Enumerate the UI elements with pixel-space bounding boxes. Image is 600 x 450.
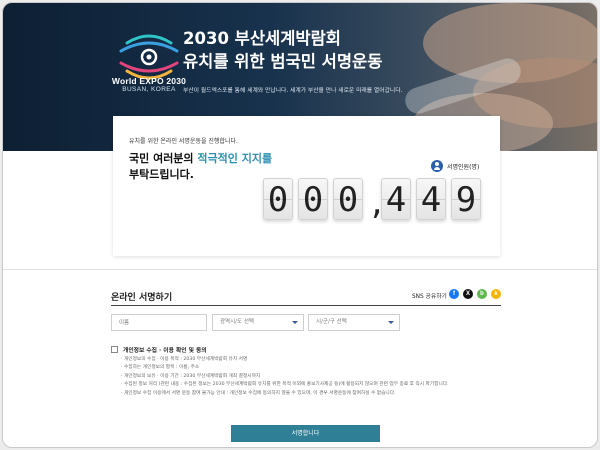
facebook-icon[interactable]: f [449, 289, 459, 299]
district-select[interactable]: 시/군/구 선택 [308, 314, 400, 331]
counter-separator: , [368, 187, 387, 222]
name-input[interactable] [111, 314, 207, 331]
count-label-text: 서명인원(명) [447, 163, 480, 171]
region-select[interactable]: 광역시/도 선택 [212, 314, 304, 331]
counter-digit: 4 [416, 178, 446, 220]
x-icon[interactable]: X [463, 289, 473, 299]
count-label: 서명인원(명) [431, 160, 479, 172]
region-select-value: 광역시/도 선택 [220, 319, 254, 325]
title-line-2: 유치를 위한 범국민 서명운동 [183, 52, 383, 71]
chevron-down-icon [388, 321, 394, 324]
consent-checkbox[interactable] [111, 346, 118, 353]
counter-digit: 0 [298, 178, 328, 220]
counter-intro: 유치를 위한 온라인 서명운동을 진행합니다. [129, 138, 238, 145]
form-top-rule [111, 305, 501, 306]
signature-counter: 0 0 0 , 4 4 9 [263, 178, 481, 220]
consent-label: 개인정보 수집 · 이용 확인 및 동의 [123, 348, 207, 354]
sns-share-label: SNS 공유하기 [412, 294, 447, 300]
submit-signature-button[interactable]: 서명합니다 [231, 425, 380, 442]
page-title: 2030 부산세계박람회 유치를 위한 범국민 서명운동 [183, 27, 382, 73]
headline-highlight: 적극적인 지지를 [197, 152, 273, 165]
consent-details: 개인정보의 수집 · 이용 목적 : 2030 부산세계박람회 유치 서명 수집… [121, 356, 449, 398]
chevron-down-icon [292, 321, 298, 324]
logo-subtitle: BUSAN, KOREA [122, 86, 176, 93]
district-select-value: 시/군/구 선택 [316, 319, 347, 325]
counter-digit: 0 [333, 178, 363, 220]
list-item: 개인정보의 수집 · 이용 목적 : 2030 부산세계박람회 유치 서명 [121, 356, 449, 364]
title-line-1: 2030 부산세계박람회 [183, 29, 341, 48]
logo-title: World EXPO 2030 [111, 76, 187, 86]
signature-counter-card: 유치를 위한 온라인 서명운동을 진행합니다. 국민 여러분의 적극적인 지지를… [113, 116, 500, 256]
consent-row: 개인정보 수집 · 이용 확인 및 동의 [111, 345, 207, 354]
hero-subtitle: 부산이 월드엑스포를 통해 세계와 만납니다. 세계가 부산을 만나 새로운 미… [183, 88, 403, 94]
user-icon [431, 160, 443, 172]
band-icon[interactable]: b [477, 289, 487, 299]
kakaostory-icon[interactable]: k [491, 289, 501, 299]
list-item: 수집된 정보 처리 (관련 내용 : 수집된 정보는 2030 부산세계박람회 … [121, 381, 449, 389]
headline-prefix: 국민 여러분의 [129, 152, 198, 165]
section-divider [3, 269, 597, 270]
counter-digit: 0 [263, 178, 293, 220]
counter-headline: 국민 여러분의 적극적인 지지를 부탁드립니다. [129, 151, 272, 183]
list-item: 개인정보의 보유 · 이용 기간 : 2030 부산세계박람회 개최 결정시까지 [121, 373, 449, 381]
headline-line-2: 부탁드립니다. [129, 168, 194, 181]
counter-digit: 4 [381, 178, 411, 220]
list-item: 수집하는 개인정보의 항목 : 이름, 주소 [121, 364, 449, 372]
list-item: 개인정보 수집 이용에서 서명 운동 참여 불가능 안내 : 개인정보 수집에 … [121, 390, 449, 398]
app-window: World EXPO 2030 BUSAN, KOREA 2030 부산세계박람… [2, 2, 598, 448]
online-signature-title: 온라인 서명하기 [111, 293, 173, 303]
counter-digit: 9 [451, 178, 481, 220]
